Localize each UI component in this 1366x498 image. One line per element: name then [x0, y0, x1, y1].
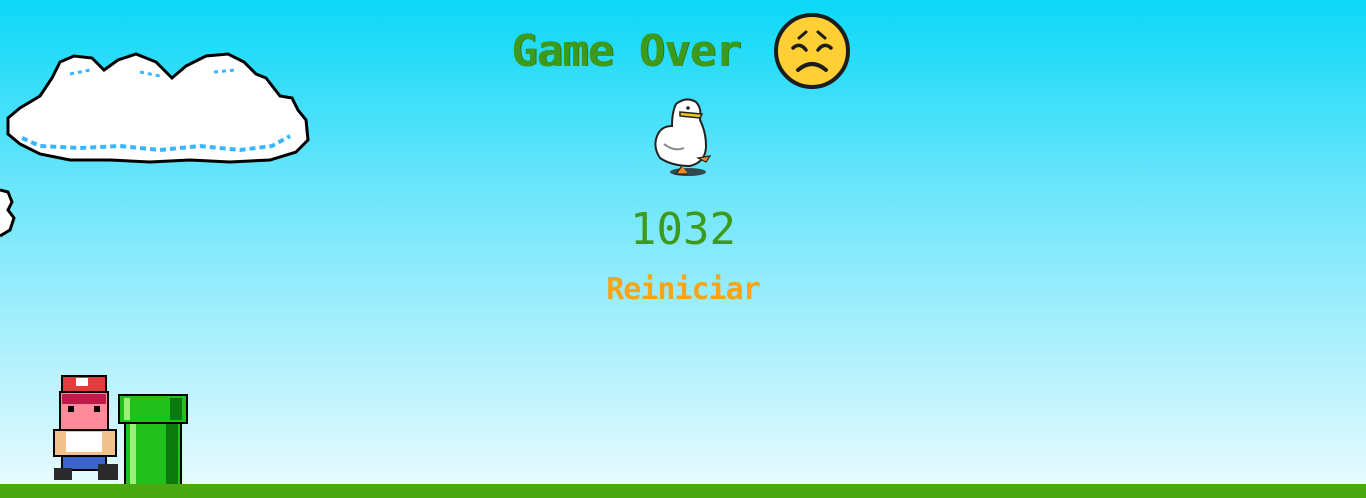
duck-icon	[654, 98, 712, 176]
restart-button[interactable]: Reiniciar	[606, 272, 761, 307]
game-over-header: Game Over	[0, 12, 1366, 90]
score-value: 1032	[630, 204, 736, 255]
sad-face-icon	[773, 13, 850, 89]
mario-sprite-icon	[53, 375, 118, 480]
pipe-icon	[118, 394, 188, 486]
ground	[0, 484, 1366, 498]
game-over-title: Game Over	[511, 25, 741, 77]
